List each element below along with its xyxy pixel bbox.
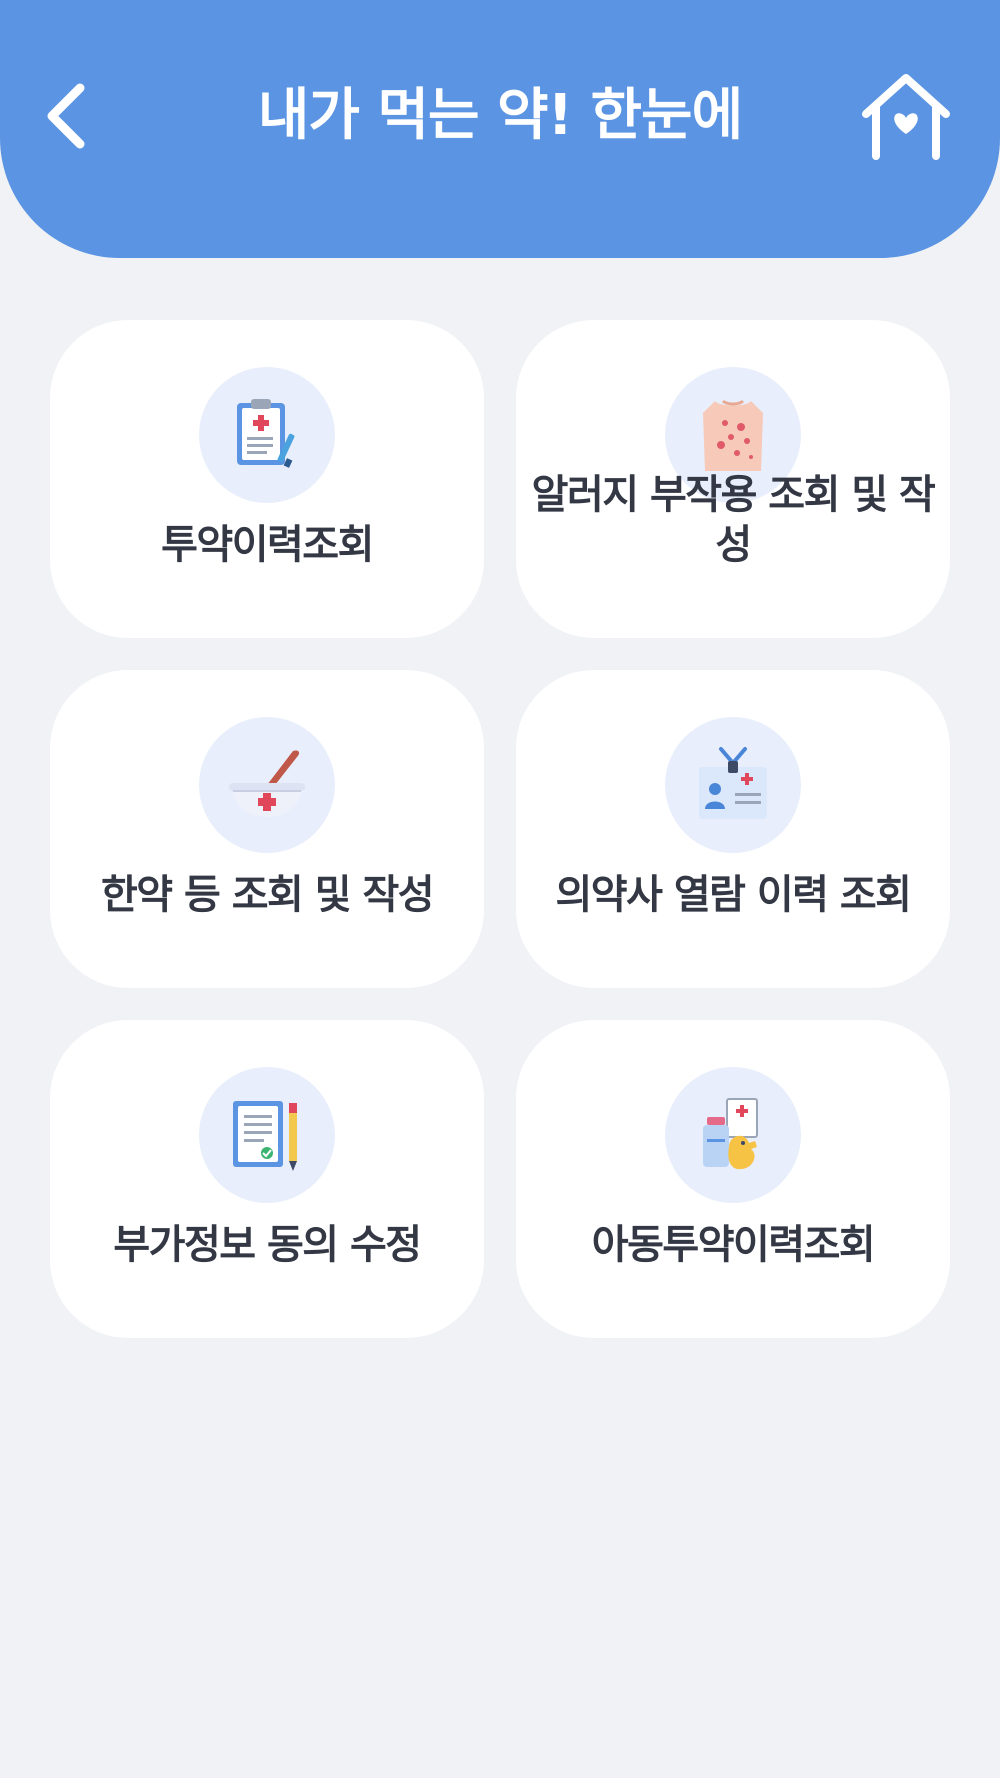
document-pencil-icon	[233, 1101, 297, 1171]
menu-card-medication-history[interactable]: 투약이력조회	[50, 320, 484, 638]
menu-card-label: 의약사 열람 이력 조회	[555, 872, 912, 918]
menu-card-child-medication-history[interactable]: 아동투약이력조회	[516, 1020, 950, 1338]
clipboard-medical-icon	[237, 399, 295, 468]
app-header: 내가 먹는 약! 한눈에	[0, 0, 1000, 258]
menu-card-label: 알러지 부작용 조회 및 작성	[531, 472, 936, 568]
home-heart-icon	[862, 74, 950, 160]
page-title: 내가 먹는 약! 한눈에	[257, 83, 743, 148]
chevron-left-icon	[47, 83, 85, 149]
menu-card-label: 투약이력조회	[161, 522, 374, 568]
home-button[interactable]	[858, 72, 954, 162]
mortar-pestle-icon	[229, 750, 305, 817]
menu-card-label: 한약 등 조회 및 작성	[100, 872, 435, 918]
back-button[interactable]	[40, 78, 100, 154]
menu-card-herbal-medicine[interactable]: 한약 등 조회 및 작성	[50, 670, 484, 988]
menu-card-label: 아동투약이력조회	[591, 1222, 876, 1268]
child-medicine-duck-icon	[703, 1098, 758, 1170]
menu-card-additional-info-consent[interactable]: 부가정보 동의 수정	[50, 1020, 484, 1338]
icon-circle	[199, 1067, 335, 1203]
icon-circle	[665, 717, 801, 853]
medical-id-card-icon	[699, 747, 767, 819]
menu-card-label: 부가정보 동의 수정	[113, 1222, 422, 1268]
menu-card-pharmacist-access-history[interactable]: 의약사 열람 이력 조회	[516, 670, 950, 988]
icon-circle	[199, 367, 335, 503]
skin-rash-icon	[703, 399, 763, 471]
icon-circle	[665, 1067, 801, 1203]
menu-card-allergy-side-effects[interactable]: 알러지 부작용 조회 및 작성	[516, 320, 950, 638]
icon-circle	[199, 717, 335, 853]
